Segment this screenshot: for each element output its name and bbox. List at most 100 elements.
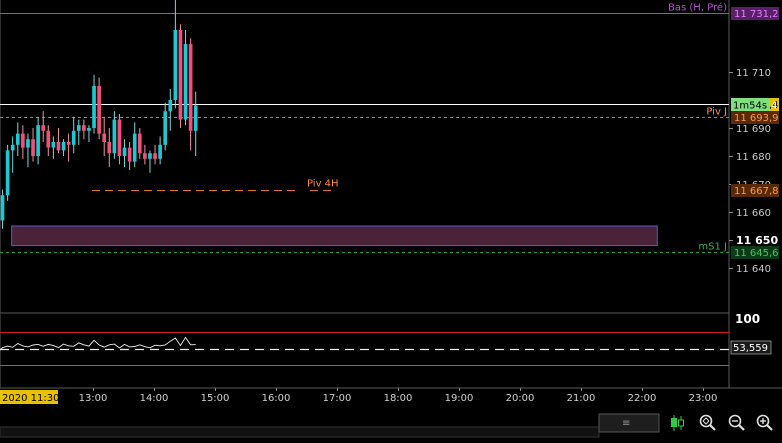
candle-body	[92, 86, 96, 128]
indicator-pane	[0, 332, 729, 366]
candle	[76, 119, 81, 145]
candle	[87, 125, 91, 142]
candle	[178, 24, 183, 128]
candle	[41, 111, 46, 142]
time-tick-label: 19:00	[445, 393, 474, 404]
candle-body	[188, 44, 193, 131]
time-tick-label: 18:00	[384, 393, 413, 404]
time-tick-label: 17:00	[323, 393, 352, 404]
trading-chart-window: Bas (H, Pré)Piv JPiv 4HmS1 J 11 77011 71…	[0, 0, 782, 440]
candle	[163, 102, 168, 151]
candle-body	[21, 133, 25, 148]
chart-canvas[interactable]: Bas (H, Pré)Piv JPiv 4HmS1 J 11 77011 71…	[0, 0, 782, 440]
scrollbar-grip-icon: ≡	[622, 418, 630, 429]
price-axis[interactable]: 11 77011 71011 69011 68011 67011 66011 6…	[729, 0, 778, 275]
candle-body	[178, 30, 183, 120]
horizontal-scrollbar[interactable]: ≡	[0, 413, 660, 438]
piv-j-label: Piv J	[706, 107, 727, 118]
candle-body	[87, 128, 91, 131]
candle	[51, 136, 56, 159]
piv-4h-label: Piv 4H	[307, 179, 339, 190]
time-axis[interactable]: 13:00 14:00 15:00 16:00 17:00 18:00 19:00 20:00…	[79, 388, 718, 404]
candle-body	[127, 147, 132, 162]
candle	[168, 88, 173, 131]
bas-h-pre-label: Bas (H, Pré)	[668, 2, 727, 14]
candle-icon[interactable]	[671, 415, 684, 431]
candle-body	[71, 130, 76, 145]
price-tick-label: 11 680	[736, 152, 771, 163]
indicator-value-tag: 53,559	[730, 340, 772, 355]
candle	[102, 116, 107, 156]
candle	[21, 125, 25, 159]
candle	[31, 128, 35, 162]
candle-timer-text: 1m54s	[733, 101, 767, 112]
indicator-top-label: 100	[735, 312, 760, 326]
candle-body	[193, 105, 198, 131]
candle	[127, 142, 132, 170]
candle	[10, 136, 15, 173]
candle-body	[66, 142, 71, 145]
candle-body	[0, 195, 5, 221]
candle	[193, 91, 198, 156]
price-tick-label: 11 650	[736, 234, 778, 247]
candle	[137, 128, 142, 159]
candle	[46, 125, 51, 156]
support-zone[interactable]	[11, 225, 658, 247]
candle-body	[76, 125, 81, 131]
zoom-in-icon[interactable]	[756, 414, 773, 431]
candle-body	[41, 125, 46, 131]
oscillator-line	[0, 336, 196, 351]
candle	[15, 122, 20, 156]
current-time-label: 2020 11:30	[0, 390, 59, 404]
time-tick-label: 23:00	[689, 393, 718, 404]
candle-body	[10, 144, 15, 151]
levels-layer: Bas (H, Pré) Piv J Piv 4H mS1 J	[0, 2, 729, 253]
candle-body	[137, 133, 142, 154]
candle	[112, 111, 117, 159]
ms1-j-tag-text: 11 645,6	[734, 248, 779, 259]
candles-layer	[0, 0, 198, 229]
candle-body	[132, 133, 137, 162]
candle-timer-suffix: 4	[771, 101, 777, 112]
candle	[107, 128, 112, 168]
candle	[148, 150, 152, 173]
candle	[0, 189, 5, 229]
candle	[56, 128, 61, 154]
time-tick-label: 16:00	[262, 393, 291, 404]
price-tick-label: 11 660	[736, 208, 771, 219]
zone-layer	[11, 225, 658, 247]
candle-body	[143, 153, 147, 159]
candle	[158, 136, 162, 165]
candle	[71, 116, 76, 154]
time-tick-label: 13:00	[79, 393, 108, 404]
candle-body	[183, 44, 188, 120]
candle	[61, 139, 66, 156]
time-tick-label: 20:00	[506, 393, 535, 404]
time-tick-label: 14:00	[140, 393, 169, 404]
candle-body	[112, 119, 117, 154]
candle	[26, 133, 30, 168]
time-tick-label: 15:00	[201, 393, 230, 404]
candle-body	[163, 111, 168, 145]
candle	[66, 133, 71, 162]
candle	[36, 116, 40, 165]
current-time-text: 2020 11:30	[2, 393, 59, 404]
candle-body	[168, 100, 173, 112]
candle-body	[5, 150, 10, 196]
candle	[132, 122, 137, 168]
candle-body	[51, 142, 56, 148]
candle-body	[158, 144, 162, 159]
candle	[92, 74, 96, 134]
time-tick-label: 21:00	[567, 393, 596, 404]
candle	[97, 77, 101, 140]
candle	[82, 119, 86, 140]
zoom-out-icon[interactable]	[728, 414, 745, 431]
candle-body	[82, 125, 86, 131]
candle	[5, 144, 10, 201]
candle-timer-badge: 1m54s 4	[731, 98, 777, 112]
candle-body	[107, 142, 112, 154]
candle-body	[153, 153, 157, 159]
zoom-fit-icon[interactable]	[699, 414, 716, 431]
price-tick-label: 11 640	[736, 264, 771, 275]
candle-body	[102, 133, 107, 142]
